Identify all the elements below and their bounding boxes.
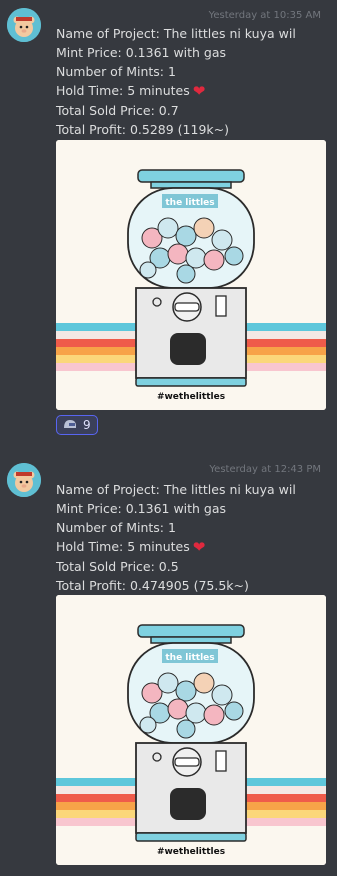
profit-line: Total Profit: 0.474905 (75.5k~) (56, 578, 249, 593)
avatar[interactable] (7, 463, 41, 497)
gumball-machine-image: the littles (56, 140, 326, 410)
image-attachment[interactable]: the littles #wethelittles (56, 140, 326, 410)
mint-price-line: Mint Price: 0.1361 with gas (56, 45, 227, 60)
bear-avatar-icon (7, 463, 41, 497)
profit-line: Total Profit: 0.5289 (119k~) (56, 122, 229, 137)
avatar[interactable] (7, 8, 41, 42)
bear-avatar-icon (7, 8, 41, 42)
mint-count-line: Number of Mints: 1 (56, 64, 176, 79)
timestamp: Yesterday at 10:35 AM (208, 10, 321, 21)
project-name-line: Name of Project: The littles ni kuya wil (56, 482, 296, 497)
machine-title: the littles (165, 198, 214, 208)
reaction-chip[interactable]: 9 (56, 415, 98, 435)
image-caption: #wethelittles (156, 847, 226, 857)
sold-price-line: Total Sold Price: 0.7 (56, 103, 179, 118)
hold-time-row: Hold Time: 5 minutes ❤ (56, 537, 326, 557)
hold-time-row: Hold Time: 5 minutes ❤ (56, 81, 326, 101)
sold-price-line: Total Sold Price: 0.5 (56, 559, 179, 574)
machine-title: the littles (165, 653, 214, 663)
image-caption: #wethelittles (156, 392, 226, 402)
heart-icon: ❤ (192, 82, 206, 100)
gumball-machine-image: the littles (56, 595, 326, 865)
message-content: Name of Project: The littles ni kuya wil… (56, 24, 326, 139)
heart-icon: ❤ (192, 538, 206, 556)
hold-time-line: Hold Time: 5 minutes (56, 539, 190, 554)
mint-price-line: Mint Price: 0.1361 with gas (56, 501, 227, 516)
project-name-line: Name of Project: The littles ni kuya wil (56, 26, 296, 41)
hold-time-line: Hold Time: 5 minutes (56, 83, 190, 98)
timestamp: Yesterday at 12:43 PM (209, 464, 321, 475)
reaction-count: 9 (83, 418, 91, 432)
helmet-emoji-icon (64, 420, 76, 428)
mint-count-line: Number of Mints: 1 (56, 520, 176, 535)
image-attachment[interactable]: the littles #wethelittles (56, 595, 326, 865)
message-content: Name of Project: The littles ni kuya wil… (56, 480, 326, 595)
